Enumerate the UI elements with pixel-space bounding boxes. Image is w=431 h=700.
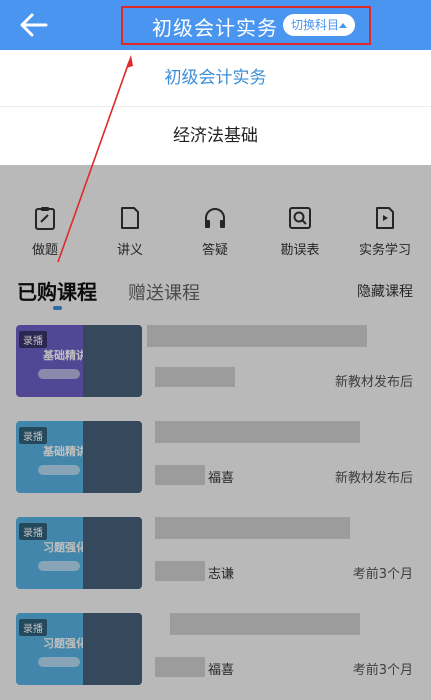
caret-up-icon — [339, 23, 347, 28]
menu-item-accounting[interactable]: 初级会计实务 — [0, 50, 431, 107]
subject-dropdown-menu: 初级会计实务 经济法基础 — [0, 50, 431, 165]
back-arrow-icon[interactable] — [14, 9, 54, 41]
page-title: 初级会计实务 — [152, 16, 278, 40]
switch-subject-label: 切换科目 — [291, 18, 340, 32]
app-header: 初级会计实务 切换科目 — [0, 0, 431, 50]
menu-item-economic-law[interactable]: 经济法基础 — [0, 108, 431, 165]
dim-overlay[interactable] — [0, 165, 431, 700]
switch-subject-button[interactable]: 切换科目 — [283, 14, 355, 36]
